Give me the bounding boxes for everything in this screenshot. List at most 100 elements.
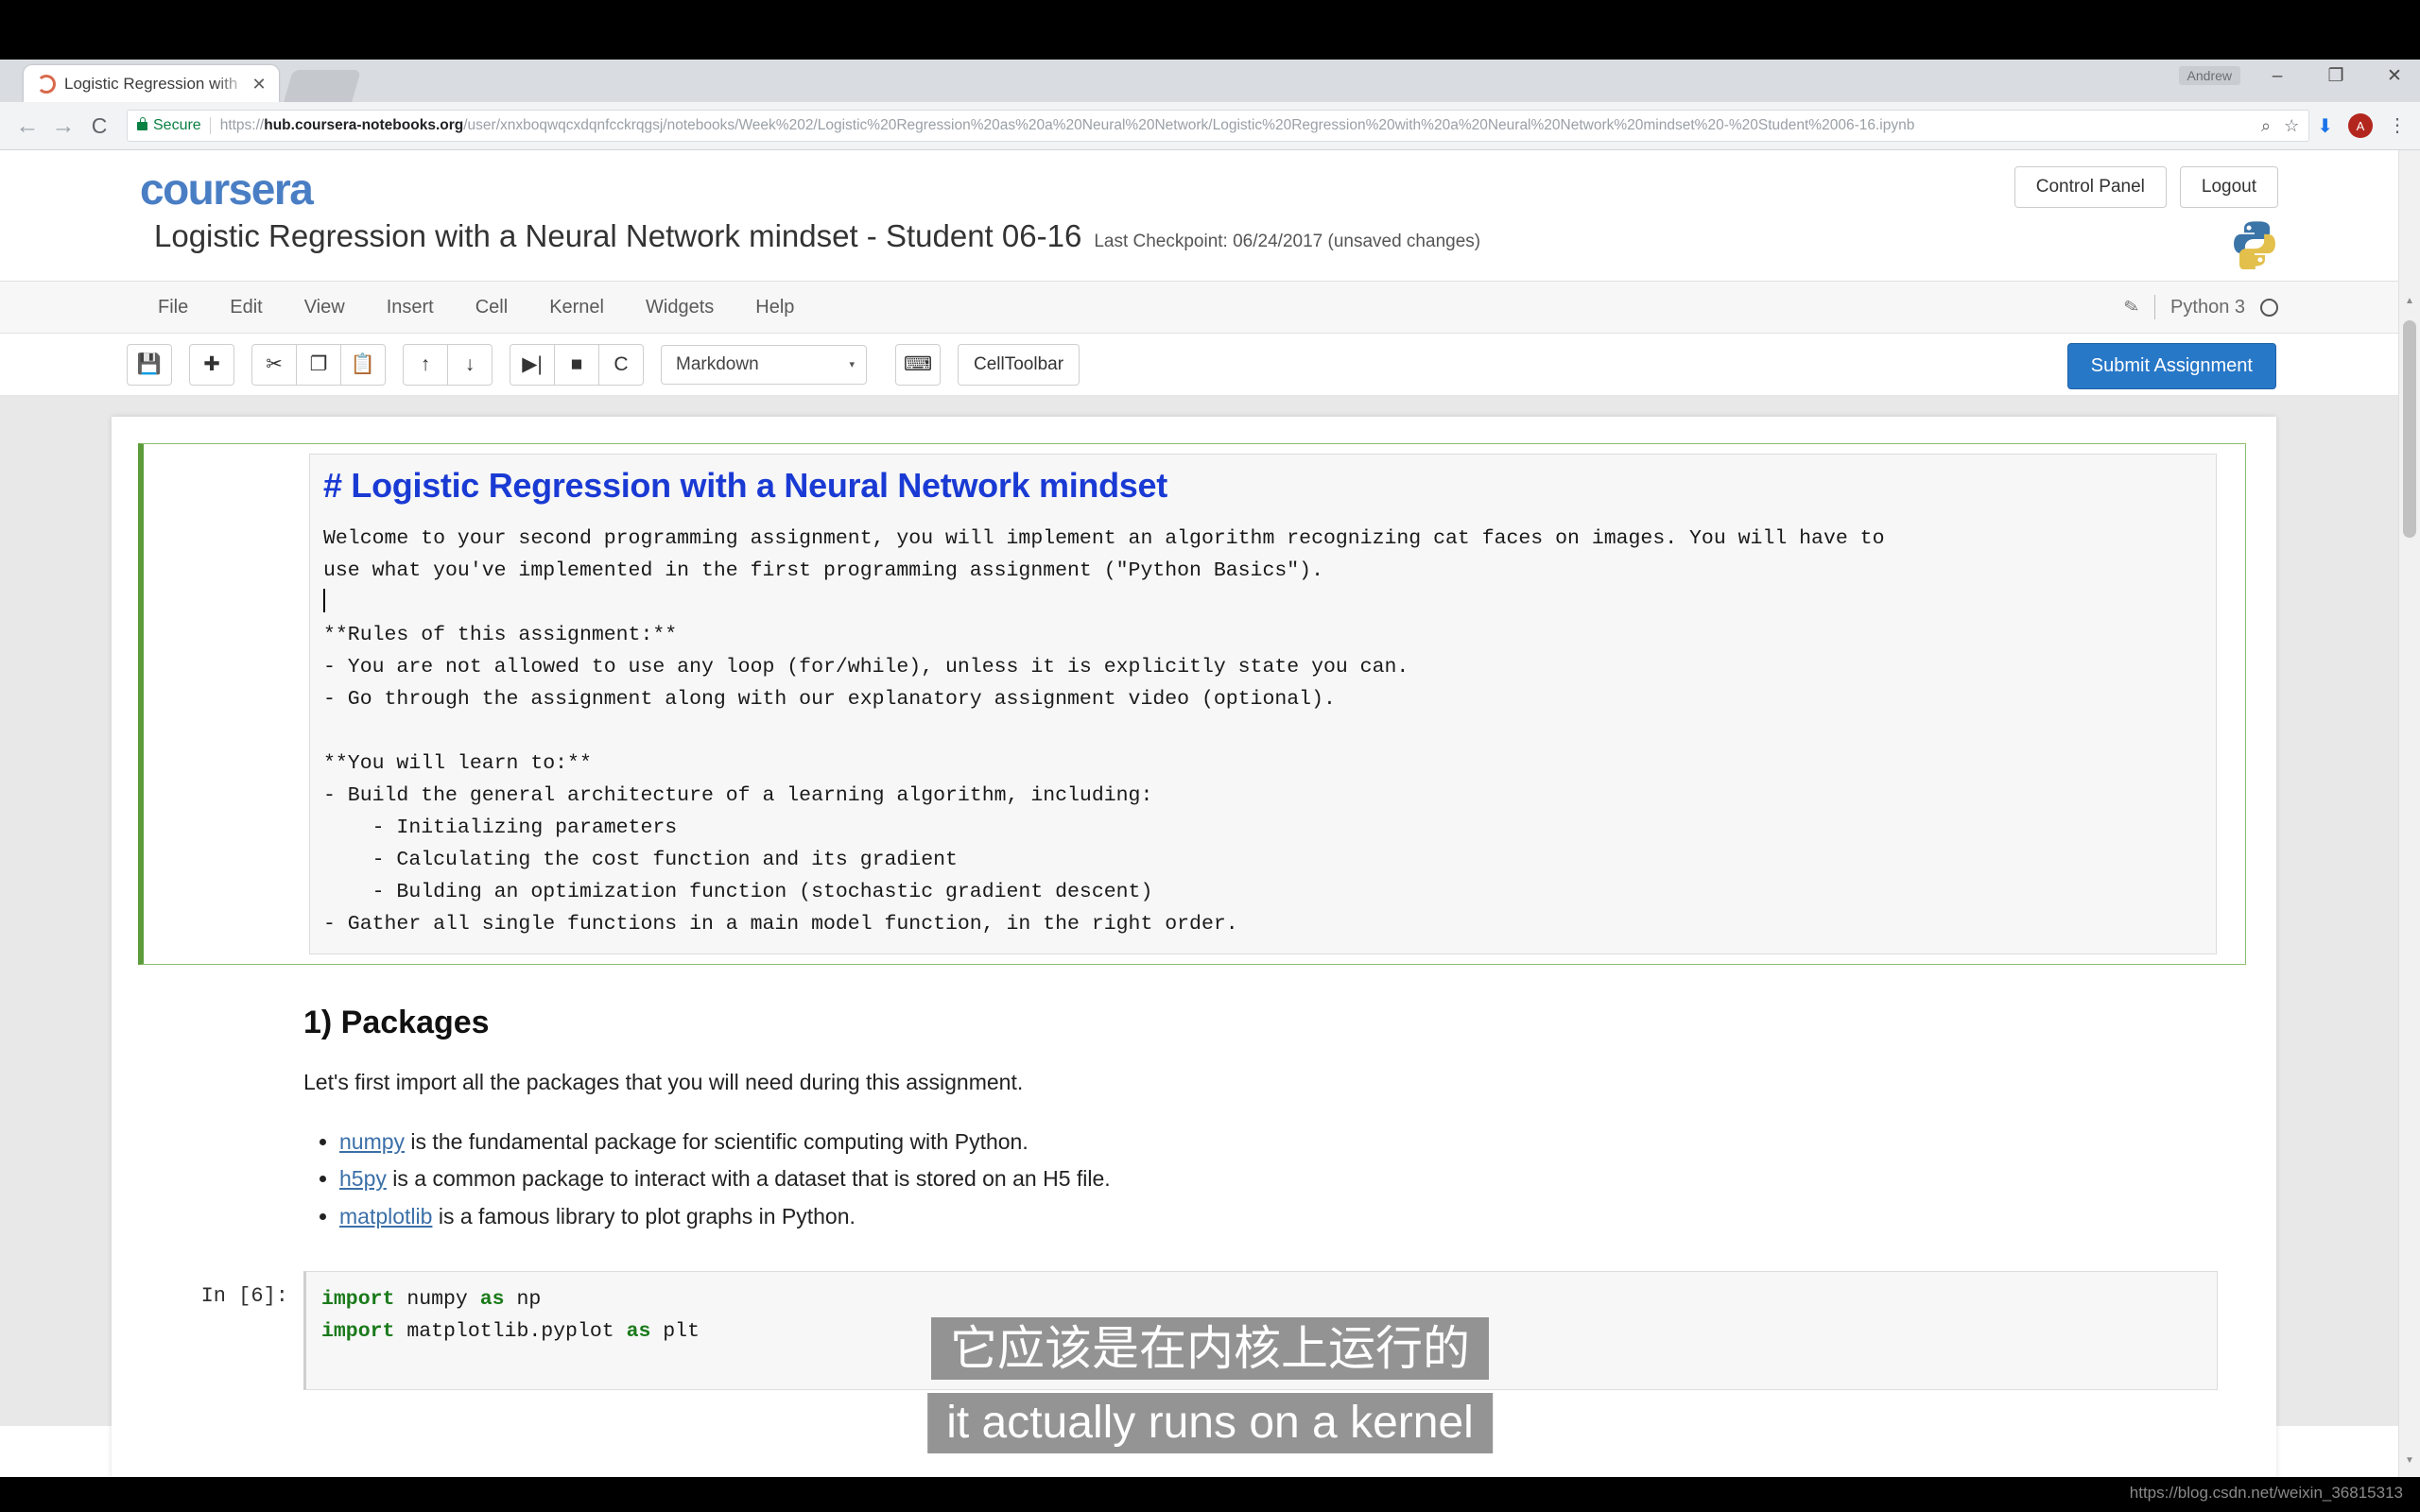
browser-actions: ⬇ A ⋮ — [2317, 113, 2420, 138]
markdown-cell-editor[interactable]: # Logistic Regression with a Neural Netw… — [309, 454, 2217, 954]
browser-window: Logistic Regression with ✕ Andrew – ❐ ✕ … — [0, 60, 2420, 1477]
close-icon[interactable]: ✕ — [249, 76, 269, 93]
toolbar-group-clipboard: ✂ ❐ 📋 — [251, 343, 386, 386]
move-cell-down-button[interactable]: ↓ — [447, 343, 493, 386]
markdown-line-cursor — [323, 587, 2216, 619]
copy-cells-button[interactable]: ❐ — [296, 343, 341, 386]
notebook-page: coursera Logistic Regression with a Neur… — [0, 150, 2420, 1477]
kernel-indicator-label: Python 3 — [2170, 296, 2245, 318]
run-cell-button[interactable]: ▶| — [510, 343, 555, 386]
profile-name-chip[interactable]: Andrew — [2178, 66, 2240, 85]
code-token: plt — [650, 1320, 700, 1344]
interrupt-kernel-button[interactable]: ■ — [554, 343, 599, 386]
markdown-cell-editing[interactable]: # Logistic Regression with a Neural Netw… — [138, 443, 2246, 965]
toolbar-group-move: ↑ ↓ — [403, 343, 493, 386]
packages-list: numpy is the fundamental package for sci… — [303, 1124, 2208, 1236]
menu-file[interactable]: File — [137, 297, 209, 318]
menu-kernel[interactable]: Kernel — [528, 297, 625, 318]
toolbar-group-insert: ✚ — [189, 343, 234, 386]
control-panel-button[interactable]: Control Panel — [2014, 166, 2167, 208]
tab-strip: Logistic Regression with ✕ Andrew – ❐ ✕ — [0, 60, 2420, 102]
list-item: matplotlib is a famous library to plot g… — [339, 1198, 2208, 1236]
address-bar[interactable]: Secure https://hub.coursera-notebooks.or… — [127, 110, 2310, 142]
zoom-icon[interactable]: ⌕ — [2261, 116, 2271, 136]
restart-kernel-button[interactable]: C — [598, 343, 644, 386]
new-tab-button[interactable] — [284, 70, 361, 102]
window-controls: – ❐ ✕ — [2267, 67, 2405, 85]
close-window-icon[interactable]: ✕ — [2384, 67, 2405, 85]
url-prefix: https:// — [219, 117, 265, 133]
url-path: /user/xnxboqwqcxdqnfcckrqgsj/notebooks/W… — [463, 117, 1915, 133]
link-h5py[interactable]: h5py — [339, 1166, 387, 1191]
logout-button[interactable]: Logout — [2179, 166, 2278, 208]
tab-title: Logistic Regression with — [64, 74, 238, 93]
minimize-icon[interactable]: – — [2267, 67, 2288, 85]
markdown-line — [323, 715, 2216, 747]
markdown-line: - You are not allowed to use any loop (f… — [323, 656, 1409, 679]
page-scrollbar[interactable]: ▲ ▼ — [2398, 150, 2420, 1477]
insert-cell-below-button[interactable]: ✚ — [189, 343, 234, 386]
list-item-text: is the fundamental package for scientifi… — [405, 1128, 1028, 1154]
save-button[interactable]: 💾 — [127, 343, 172, 386]
menu-widgets[interactable]: Widgets — [625, 297, 735, 318]
code-token: np — [504, 1288, 542, 1312]
reload-icon[interactable]: C — [81, 114, 117, 137]
python-logo-icon — [2234, 221, 2275, 269]
avatar[interactable]: A — [2348, 113, 2373, 138]
notebook-toolbar: 💾 ✚ ✂ ❐ 📋 ↑ ↓ ▶| ■ C Markdown ▾ ⌨ CellTo… — [0, 334, 2420, 396]
section-heading-packages: 1) Packages — [303, 1005, 490, 1040]
cell-type-value: Markdown — [676, 353, 759, 374]
chrome-menu-icon[interactable]: ⋮ — [2388, 116, 2407, 135]
scroll-up-icon[interactable]: ▲ — [2399, 290, 2420, 311]
link-numpy[interactable]: numpy — [339, 1129, 405, 1154]
code-token: numpy — [394, 1288, 480, 1312]
forward-icon[interactable]: → — [45, 113, 81, 138]
notebook-header: coursera Logistic Regression with a Neur… — [0, 150, 2420, 282]
page-title[interactable]: Logistic Regression with a Neural Networ… — [154, 218, 1081, 254]
maximize-icon[interactable]: ❐ — [2325, 67, 2346, 85]
list-item: h5py is a common package to interact wit… — [339, 1160, 2208, 1198]
toolbar-group-run: ▶| ■ C — [510, 343, 644, 386]
markdown-line: - Build the general architecture of a le… — [323, 784, 1153, 807]
code-line: import numpy as np — [321, 1283, 2217, 1315]
cell-toolbar-button[interactable]: CellToolbar — [958, 343, 1080, 386]
menu-edit[interactable]: Edit — [209, 297, 283, 318]
text-cursor — [323, 589, 325, 612]
rendered-markdown: 1) Packages Let's first import all the p… — [303, 965, 2246, 1235]
back-icon[interactable]: ← — [9, 113, 45, 138]
code-token: matplotlib.pyplot — [394, 1320, 627, 1344]
scrollbar-thumb[interactable] — [2403, 320, 2416, 538]
scroll-down-icon[interactable]: ▼ — [2399, 1450, 2420, 1470]
menu-cell[interactable]: Cell — [455, 297, 528, 318]
menu-view[interactable]: View — [284, 297, 366, 318]
menu-help[interactable]: Help — [735, 297, 815, 318]
url-text: https://hub.coursera-notebooks.org/user/… — [220, 117, 2252, 134]
toolbar-group-palette: ⌨ — [895, 343, 941, 386]
markdown-line: **Rules of this assignment:** — [323, 624, 678, 646]
paste-cells-button[interactable]: 📋 — [340, 343, 386, 386]
cut-cells-button[interactable]: ✂ — [251, 343, 297, 386]
move-cell-up-button[interactable]: ↑ — [403, 343, 448, 386]
markdown-cell-rendered[interactable]: 1) Packages Let's first import all the p… — [138, 965, 2246, 1235]
cell-prompt-gutter — [144, 446, 309, 962]
keyword-token: as — [626, 1320, 651, 1344]
coursera-logo[interactable]: coursera — [140, 163, 314, 215]
cell-prompt-gutter — [138, 965, 303, 1235]
download-icon[interactable]: ⬇ — [2317, 114, 2333, 138]
screen-root: Logistic Regression with ✕ Andrew – ❐ ✕ … — [0, 0, 2420, 1512]
menu-insert[interactable]: Insert — [366, 297, 455, 318]
secure-label: Secure — [153, 117, 201, 133]
cell-type-select[interactable]: Markdown ▾ — [661, 344, 867, 385]
markdown-line: - Initializing parameters — [323, 816, 678, 839]
browser-tab[interactable]: Logistic Regression with ✕ — [24, 65, 279, 102]
markdown-line: **You will learn to:** — [323, 752, 592, 775]
packages-intro-text: Let's first import all the packages that… — [303, 1070, 1024, 1094]
keyword-token: import — [321, 1320, 395, 1344]
link-matplotlib[interactable]: matplotlib — [339, 1204, 432, 1228]
kernel-busy-indicator-icon — [2260, 298, 2278, 317]
bookmark-star-icon[interactable]: ☆ — [2284, 116, 2299, 136]
watermark-url: https://blog.csdn.net/weixin_36815313 — [2129, 1484, 2403, 1502]
command-palette-button[interactable]: ⌨ — [895, 343, 941, 386]
submit-assignment-button[interactable]: Submit Assignment — [2066, 343, 2276, 389]
code-cell-prompt: In [6]: — [200, 1284, 288, 1309]
